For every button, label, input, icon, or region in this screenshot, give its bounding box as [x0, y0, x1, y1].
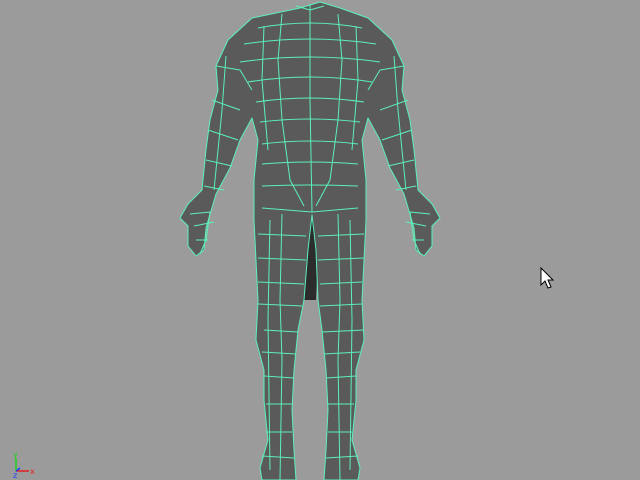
3d-viewport[interactable]: x y z	[0, 0, 640, 480]
axis-y-label: y	[13, 450, 18, 459]
axis-z-label: z	[13, 471, 17, 480]
viewport-canvas[interactable]: x y z	[0, 0, 640, 480]
axis-x-label: x	[30, 467, 35, 476]
